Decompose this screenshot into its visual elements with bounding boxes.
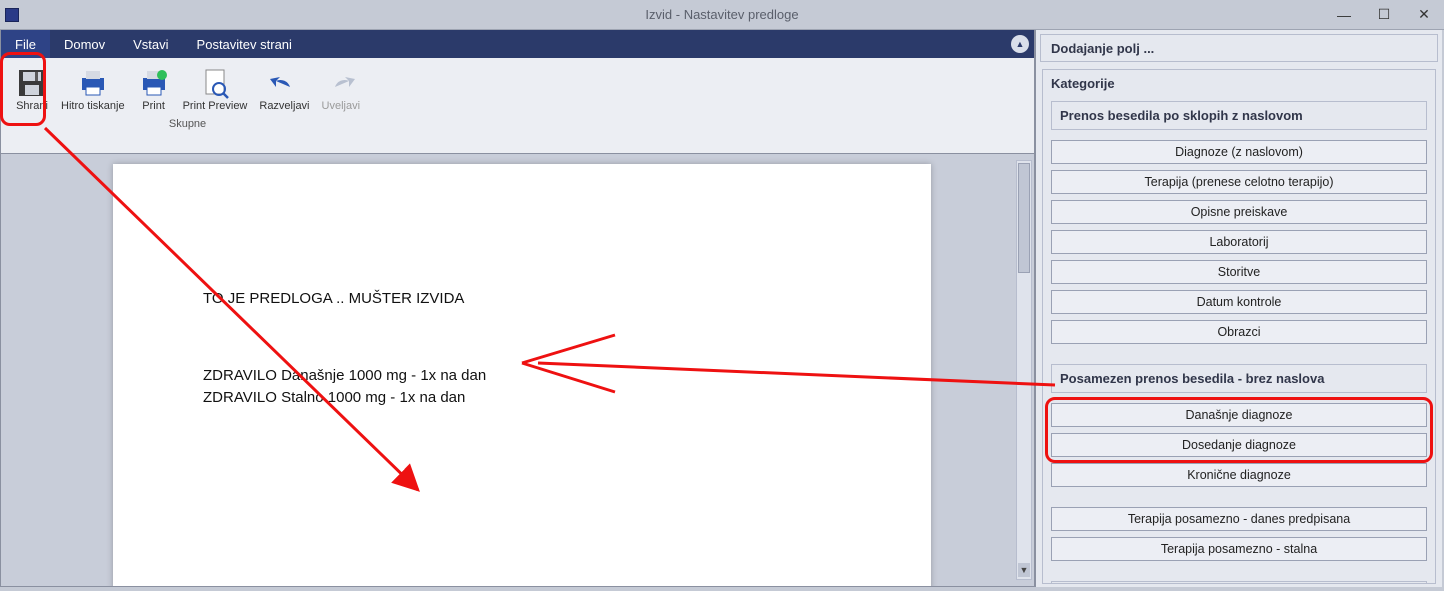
redo-label: Uveljavi	[322, 100, 361, 112]
vertical-scrollbar[interactable]: ▲ ▼	[1016, 160, 1032, 580]
tab-file[interactable]: File	[1, 30, 50, 58]
field-diagnoze-z-naslovom[interactable]: Diagnoze (z naslovom)	[1051, 140, 1427, 164]
window-maximize[interactable]: ☐	[1364, 0, 1404, 30]
group1-title: Prenos besedila po sklopih z naslovom	[1051, 101, 1427, 130]
window-controls: — ☐ ✕	[1324, 0, 1444, 30]
doc-line-2: ZDRAVILO Današnje 1000 mg - 1x na dan	[203, 365, 841, 388]
document-page[interactable]: TO JE PREDLOGA .. MUŠTER IZVIDA ZDRAVILO…	[113, 164, 931, 587]
undo-label: Razveljavi	[259, 100, 309, 112]
undo-icon	[267, 66, 301, 100]
side-panel-title: Dodajanje polj ...	[1040, 34, 1438, 62]
ribbon-body: Shrani Hitro tiskanje Prin	[1, 58, 1034, 153]
scroll-down-icon[interactable]: ▼	[1018, 563, 1030, 577]
scroll-thumb[interactable]	[1018, 163, 1030, 273]
print-preview-button[interactable]: Print Preview	[179, 64, 252, 114]
app-icon	[0, 0, 24, 30]
field-danasnje-diagnoze[interactable]: Današnje diagnoze	[1051, 403, 1427, 427]
print-icon	[137, 66, 171, 100]
window-titlebar: Izvid - Nastavitev predloge — ☐ ✕	[0, 0, 1444, 30]
field-laboratorij[interactable]: Laboratorij	[1051, 230, 1427, 254]
field-dosedanje-diagnoze[interactable]: Dosedanje diagnoze	[1051, 433, 1427, 457]
tab-home[interactable]: Domov	[50, 30, 119, 58]
ribbon: File Domov Vstavi Postavitev strani Shra…	[0, 30, 1035, 154]
floppy-icon	[15, 66, 49, 100]
doc-line-1: TO JE PREDLOGA .. MUŠTER IZVIDA	[203, 288, 841, 311]
field-storitve[interactable]: Storitve	[1051, 260, 1427, 284]
save-button[interactable]: Shrani	[11, 64, 53, 114]
side-panel: Dodajanje polj ... Kategorije Prenos bes…	[1035, 30, 1442, 587]
tab-layout[interactable]: Postavitev strani	[183, 30, 306, 58]
group2-title: Posamezen prenos besedila - brez naslova	[1051, 364, 1427, 393]
field-terapija-stalna[interactable]: Terapija posamezno - stalna	[1051, 537, 1427, 561]
quickprint-label: Hitro tiskanje	[61, 100, 125, 112]
group3-title: Pogled	[1051, 581, 1427, 584]
ribbon-group-label: Skupne	[169, 118, 206, 130]
print-label: Print	[142, 100, 165, 112]
undo-button[interactable]: Razveljavi	[255, 64, 313, 114]
print-preview-icon	[198, 66, 232, 100]
print-button[interactable]: Print	[133, 64, 175, 114]
print-preview-label: Print Preview	[183, 100, 248, 112]
quick-print-icon	[76, 66, 110, 100]
categories-title: Kategorije	[1043, 70, 1435, 97]
ribbon-tabs: File Domov Vstavi Postavitev strani	[1, 30, 1034, 58]
document-area: TO JE PREDLOGA .. MUŠTER IZVIDA ZDRAVILO…	[0, 154, 1035, 587]
ribbon-collapse[interactable]	[1006, 30, 1034, 58]
redo-icon	[324, 66, 358, 100]
quickprint-button[interactable]: Hitro tiskanje	[57, 64, 129, 114]
field-terapija-danes[interactable]: Terapija posamezno - danes predpisana	[1051, 507, 1427, 531]
field-kronicne-diagnoze[interactable]: Kronične diagnoze	[1051, 463, 1427, 487]
tab-insert[interactable]: Vstavi	[119, 30, 182, 58]
redo-button[interactable]: Uveljavi	[318, 64, 365, 114]
window-minimize[interactable]: —	[1324, 0, 1364, 30]
field-terapija-celotna[interactable]: Terapija (prenese celotno terapijo)	[1051, 170, 1427, 194]
doc-line-3: ZDRAVILO Stalno 1000 mg - 1x na dan	[203, 387, 841, 410]
field-opisne-preiskave[interactable]: Opisne preiskave	[1051, 200, 1427, 224]
save-label: Shrani	[16, 100, 48, 112]
window-title: Izvid - Nastavitev predloge	[645, 7, 798, 22]
categories-section: Kategorije Prenos besedila po sklopih z …	[1042, 69, 1436, 584]
field-datum-kontrole[interactable]: Datum kontrole	[1051, 290, 1427, 314]
window-close[interactable]: ✕	[1404, 0, 1444, 30]
field-obrazci[interactable]: Obrazci	[1051, 320, 1427, 344]
